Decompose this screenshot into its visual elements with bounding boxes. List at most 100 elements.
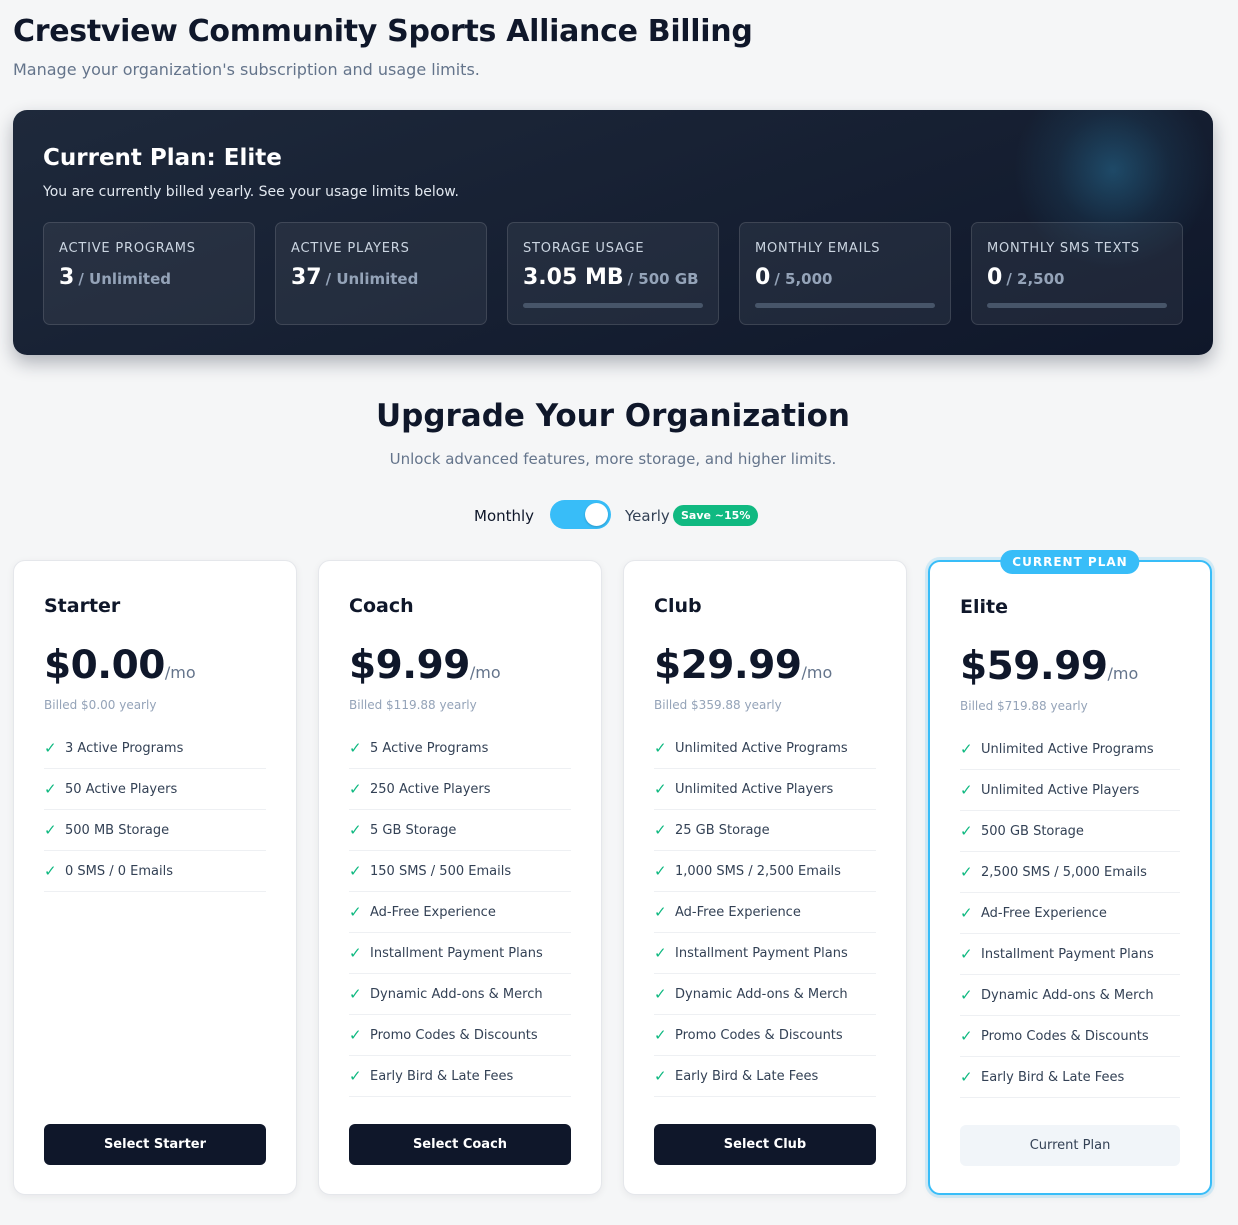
stat-current: 3 xyxy=(59,265,75,290)
stat-limit: / Unlimited xyxy=(325,270,419,288)
page-title: Crestview Community Sports Alliance Bill… xyxy=(13,14,753,49)
plan-name: Club xyxy=(654,595,702,617)
check-icon: ✓ xyxy=(960,822,973,840)
feature-label: 5 GB Storage xyxy=(370,822,457,838)
page-subtitle: Manage your organization's subscription … xyxy=(13,60,480,79)
stat-value: 0/ 5,000 xyxy=(755,265,832,290)
check-icon: ✓ xyxy=(960,904,973,922)
feature-item: ✓ Early Bird & Late Fees xyxy=(960,1057,1180,1098)
stat-active-programs: Active Programs 3/ Unlimited xyxy=(43,222,255,325)
check-icon: ✓ xyxy=(654,821,667,839)
current-plan-panel: Current Plan: Elite You are currently bi… xyxy=(13,110,1213,355)
usage-progress-bar xyxy=(755,303,935,308)
feature-label: 500 GB Storage xyxy=(981,823,1084,839)
check-icon: ✓ xyxy=(349,739,362,757)
plan-card-coach: Coach $9.99/mo Billed $119.88 yearly ✓ 5 … xyxy=(318,560,602,1195)
plan-price: $59.99/mo xyxy=(960,644,1138,689)
feature-item: ✓ Promo Codes & Discounts xyxy=(654,1015,876,1056)
feature-item: ✓ 500 MB Storage xyxy=(44,810,266,851)
feature-item: ✓ Installment Payment Plans xyxy=(654,933,876,974)
select-club-button[interactable]: Select Club xyxy=(654,1124,876,1165)
billing-cycle-toggle: Monthly Yearly Save ~15% xyxy=(474,500,774,530)
check-icon: ✓ xyxy=(654,903,667,921)
stat-value: 0/ 2,500 xyxy=(987,265,1064,290)
feature-label: 1,000 SMS / 2,500 Emails xyxy=(675,863,841,879)
feature-label: Installment Payment Plans xyxy=(675,945,848,961)
check-icon: ✓ xyxy=(654,739,667,757)
feature-label: Installment Payment Plans xyxy=(370,945,543,961)
feature-label: Promo Codes & Discounts xyxy=(981,1028,1149,1044)
stat-current: 3.05 MB xyxy=(523,265,624,290)
feature-label: Installment Payment Plans xyxy=(981,946,1154,962)
feature-item: ✓ Promo Codes & Discounts xyxy=(349,1015,571,1056)
stat-monthly-sms: Monthly SMS Texts 0/ 2,500 xyxy=(971,222,1183,325)
feature-item: ✓ Ad-Free Experience xyxy=(654,892,876,933)
feature-list: ✓ 5 Active Programs ✓ 250 Active Players ✓ 5 … xyxy=(349,728,571,1097)
feature-label: 2,500 SMS / 5,000 Emails xyxy=(981,864,1147,880)
price-amount: $29.99 xyxy=(654,643,802,688)
stat-value: 3/ Unlimited xyxy=(59,265,171,290)
feature-item: ✓ 25 GB Storage xyxy=(654,810,876,851)
plan-card-starter: Starter $0.00/mo Billed $0.00 yearly ✓ 3 … xyxy=(13,560,297,1195)
feature-label: Dynamic Add-ons & Merch xyxy=(370,986,543,1002)
monthly-label[interactable]: Monthly xyxy=(474,507,534,525)
feature-item: ✓ Unlimited Active Programs xyxy=(960,729,1180,770)
feature-item: ✓ Early Bird & Late Fees xyxy=(654,1056,876,1097)
feature-item: ✓ Promo Codes & Discounts xyxy=(960,1016,1180,1057)
stat-storage-usage: Storage Usage 3.05 MB/ 500 GB xyxy=(507,222,719,325)
check-icon: ✓ xyxy=(960,740,973,758)
billing-switch[interactable] xyxy=(550,500,611,529)
price-amount: $9.99 xyxy=(349,643,470,688)
check-icon: ✓ xyxy=(44,780,57,798)
feature-label: 25 GB Storage xyxy=(675,822,770,838)
plan-price: $0.00/mo xyxy=(44,643,196,688)
feature-label: Unlimited Active Programs xyxy=(675,740,848,756)
stat-label: Monthly Emails xyxy=(755,241,881,256)
feature-label: Dynamic Add-ons & Merch xyxy=(981,987,1154,1003)
plan-name: Elite xyxy=(960,596,1008,618)
plan-price: $29.99/mo xyxy=(654,643,832,688)
feature-item: ✓ 3 Active Programs xyxy=(44,728,266,769)
price-period: /mo xyxy=(801,663,833,682)
feature-label: 500 MB Storage xyxy=(65,822,170,838)
select-starter-button[interactable]: Select Starter xyxy=(44,1124,266,1165)
current-plan-button[interactable]: Current Plan xyxy=(960,1125,1180,1166)
stat-limit: / 2,500 xyxy=(1006,270,1065,288)
feature-list: ✓ 3 Active Programs ✓ 50 Active Players ✓ 500… xyxy=(44,728,266,892)
plan-name: Coach xyxy=(349,595,414,617)
stat-label: Monthly SMS Texts xyxy=(987,241,1140,256)
feature-label: Ad-Free Experience xyxy=(981,905,1107,921)
check-icon: ✓ xyxy=(960,863,973,881)
save-badge: Save ~15% xyxy=(673,505,759,526)
feature-item: ✓ 0 SMS / 0 Emails xyxy=(44,851,266,892)
feature-label: Early Bird & Late Fees xyxy=(370,1068,514,1084)
stat-limit: / Unlimited xyxy=(78,270,172,288)
feature-item: ✓ 500 GB Storage xyxy=(960,811,1180,852)
feature-item: ✓ Ad-Free Experience xyxy=(960,893,1180,934)
select-coach-button[interactable]: Select Coach xyxy=(349,1124,571,1165)
check-icon: ✓ xyxy=(44,821,57,839)
plan-billed-note: Billed $119.88 yearly xyxy=(349,698,477,712)
check-icon: ✓ xyxy=(349,1067,362,1085)
yearly-label[interactable]: Yearly xyxy=(625,507,670,525)
feature-label: Early Bird & Late Fees xyxy=(981,1069,1125,1085)
feature-item: ✓ Installment Payment Plans xyxy=(349,933,571,974)
feature-label: Unlimited Active Players xyxy=(675,781,834,797)
upgrade-title: Upgrade Your Organization xyxy=(375,398,851,434)
check-icon: ✓ xyxy=(960,1027,973,1045)
stat-current: 37 xyxy=(291,265,322,290)
current-plan-title: Current Plan: Elite xyxy=(43,145,282,171)
current-plan-badge: CURRENT PLAN xyxy=(1000,550,1140,574)
feature-label: Unlimited Active Players xyxy=(981,782,1140,798)
feature-label: Ad-Free Experience xyxy=(675,904,801,920)
stat-value: 37/ Unlimited xyxy=(291,265,418,290)
check-icon: ✓ xyxy=(349,944,362,962)
feature-label: 0 SMS / 0 Emails xyxy=(65,863,174,879)
stat-label: Active Programs xyxy=(59,241,196,256)
feature-list: ✓ Unlimited Active Programs ✓ Unlimited Act… xyxy=(960,729,1180,1098)
stat-label: Storage Usage xyxy=(523,241,645,256)
feature-item: ✓ Ad-Free Experience xyxy=(349,892,571,933)
feature-label: Promo Codes & Discounts xyxy=(370,1027,538,1043)
feature-label: Promo Codes & Discounts xyxy=(675,1027,843,1043)
feature-list: ✓ Unlimited Active Programs ✓ Unlimited Act… xyxy=(654,728,876,1097)
